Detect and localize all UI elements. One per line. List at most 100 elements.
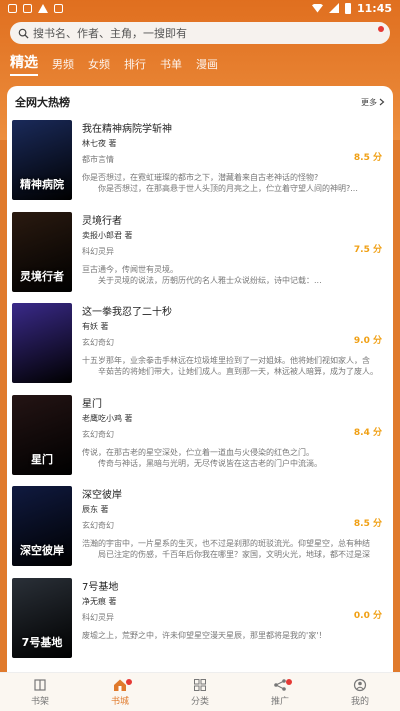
book-item[interactable]: 灵境行者 灵境行者 卖报小郎君 著 科幻灵异 亘古通今，传闻世有灵境。 关于灵境… [12,211,388,304]
book-item[interactable]: 7号基地 7号基地 净无痕 著 科幻灵异 废墟之上，荒野之中，许未仰望星空漫天星… [12,577,388,670]
book-category: 科幻灵异 [82,246,114,256]
book-author: 卖报小郎君 著 [82,230,133,240]
book-item[interactable]: 星门 星门 老鹰吃小鸡 著 玄幻奇幻 传说，在那古老的星空深处，伫立着一道血与火… [12,394,388,487]
book-score: 0.0 分 [353,610,382,621]
tab-ranking[interactable]: 排行 [124,56,146,72]
book-desc-line2: 辛茹苦的将她们带大，让她们成人。直到那一天，林远被人暗算，成为了废人。 [98,367,378,376]
book-title[interactable]: 星门 [82,395,382,410]
book-info: 我在精神病院学斩神 林七夜 著 都市言情 你是否想过，在霓虹璀璨的都市之下，潜藏… [82,120,382,194]
clock: 11:45 [356,1,392,15]
book-desc-line2: 局已注定的伤感，千百年后你我在哪里？家国，文明火光，地球，都不过是深空... [98,550,370,559]
book-author: 辰东 著 [82,505,109,514]
tab-featured[interactable]: 精选 [10,52,38,76]
book-desc-line1: 传说，在那古老的星空深处，伫立着一道血与火侵染的红色之门。 [82,447,314,457]
book-cover-title: 灵境行者 [20,269,64,283]
nav-category[interactable]: 分类 [160,673,240,711]
book-item[interactable]: 精神病院 我在精神病院学斩神 林七夜 著 都市言情 你是否想过，在霓虹璀璨的都市… [12,120,388,212]
book-score: 8.5 分 [353,519,382,529]
book-description: 传说，在那古老的星空深处，伫立着一道血与火侵染的红色之门。 传奇与神话，黑暗与光… [82,447,382,469]
nav-bookshelf[interactable]: 书架 [0,673,80,711]
book-desc-line2: 你是否想过，在那高悬于世人头顶的月亮之上，伫立着守望人间的神明?... [98,184,358,193]
book-description: 废墟之上，荒野之中，许未仰望星空漫天星辰，那里都将是我的'家'！ [82,630,382,652]
book-cover[interactable] [12,303,72,383]
user-icon [353,678,367,691]
nav-bookshelf-label: 书架 [30,696,49,707]
book-title[interactable]: 我在精神病院学斩神 [82,120,382,135]
book-title[interactable]: 7号基地 [82,578,382,593]
book-category: 都市言情 [82,155,114,164]
search-placeholder: 搜书名、作者、主角，一搜即有 [33,27,187,40]
book-item[interactable]: 深空彼岸 深空彼岸 辰东 著 玄幻奇幻 浩瀚的宇宙中，一片星系的生灭，也不过是刹… [12,486,388,578]
book-category: 玄幻奇幻 [82,429,114,439]
book-description: 亘古通今，传闻世有灵境。 关于灵境的说法，历朝历代的名人雅士众说纷纭，诗中记载：… [82,264,382,286]
book-desc-line1: 亘古通今，传闻世有灵境。 [82,264,178,274]
book-description: 你是否想过，在霓虹璀璨的都市之下，潜藏着来自古老神话的怪物? 你是否想过，在那高… [82,172,382,194]
book-desc-line2: 关于灵境的说法，历朝历代的名人雅士众说纷纭，诗中记载：... [98,275,322,285]
app-icon [23,3,32,13]
battery-icon [344,2,351,14]
bottom-nav: 书架 书城 分类 推广 我的 [0,672,400,711]
more-link[interactable]: 更多 [361,97,385,108]
book-cover[interactable]: 精神病院 [12,120,72,200]
bookshelf-icon [34,678,46,691]
book-info: 深空彼岸 辰东 著 玄幻奇幻 浩瀚的宇宙中，一片星系的生灭，也不过是刹那的斑驳流… [82,486,382,560]
nav-mine[interactable]: 我的 [320,673,400,711]
nav-bookstore-badge [126,679,132,685]
section-title: 全网大热榜 [15,96,70,109]
book-desc-line1: 废墟之上，荒野之中，许未仰望星空漫天星辰，那里都将是我的'家'！ [82,630,327,640]
tab-female[interactable]: 女频 [88,56,110,72]
nav-promote[interactable]: 推广 [240,673,320,711]
book-cover[interactable]: 深空彼岸 [12,486,72,566]
grid-icon [194,678,206,691]
book-category: 玄幻奇幻 [82,338,114,347]
sd-card-icon [54,3,63,13]
more-label: 更多 [361,97,377,107]
tab-comics[interactable]: 漫画 [196,56,218,72]
book-author: 有妖 著 [82,322,109,331]
book-title[interactable]: 灵境行者 [82,212,382,227]
book-score: 8.4 分 [353,427,382,438]
book-cover-title: 7号基地 [21,635,63,649]
book-score: 9.0 分 [353,336,382,346]
book-cover[interactable]: 星门 [12,394,72,475]
wifi-icon [311,3,323,13]
book-score: 7.5 分 [353,244,382,255]
warning-icon [38,3,48,13]
notification-icon [8,3,17,13]
book-cover-title: 精神病院 [20,178,64,191]
book-category: 玄幻奇幻 [82,521,114,530]
section-header: 全网大热榜 更多 [7,86,393,118]
nav-bookstore[interactable]: 书城 [80,673,160,711]
status-bar: 11:45 [0,0,400,16]
book-info: 7号基地 净无痕 著 科幻灵异 废墟之上，荒野之中，许未仰望星空漫天星辰，那里都… [82,578,382,652]
nav-mine-label: 我的 [350,696,369,707]
book-info: 这一拳我忍了二十秒 有妖 著 玄幻奇幻 十五岁那年，业余拳击手林远在垃圾堆里捡到… [82,303,382,377]
book-cover-title: 星门 [31,452,53,466]
book-score: 8.5 分 [353,153,382,163]
nav-promote-label: 推广 [270,696,289,707]
signal-icon [328,3,339,13]
tab-booklist[interactable]: 书单 [160,56,182,72]
book-author: 林七夜 著 [82,139,117,148]
book-title[interactable]: 深空彼岸 [82,486,382,501]
category-tabs: 精选 男频 女频 排行 书单 漫画 [0,52,400,76]
notification-dot [378,26,384,32]
search-icon [18,28,29,39]
book-cover[interactable]: 灵境行者 [12,211,72,292]
tab-male[interactable]: 男频 [52,56,74,72]
book-description: 浩瀚的宇宙中，一片星系的生灭，也不过是刹那的斑驳流光。仰望星空，总有种结 局已注… [82,538,382,560]
share-icon [274,678,286,691]
book-info: 星门 老鹰吃小鸡 著 玄幻奇幻 传说，在那古老的星空深处，伫立着一道血与火侵染的… [82,395,382,469]
book-cover[interactable]: 7号基地 [12,577,72,658]
book-desc-line1: 浩瀚的宇宙中，一片星系的生灭，也不过是刹那的斑驳流光。仰望星空，总有种结 [82,539,370,548]
book-desc-line1: 你是否想过，在霓虹璀璨的都市之下，潜藏着来自古老神话的怪物? [82,173,319,182]
book-description: 十五岁那年，业余拳击手林远在垃圾堆里捡到了一对姐妹。他将她们视如家人，含 辛茹苦… [82,355,382,377]
book-author: 净无痕 著 [82,596,117,606]
search-bar[interactable]: 搜书名、作者、主角，一搜即有 [10,22,390,44]
book-title[interactable]: 这一拳我忍了二十秒 [82,303,382,318]
nav-category-label: 分类 [190,696,209,707]
book-info: 灵境行者 卖报小郎君 著 科幻灵异 亘古通今，传闻世有灵境。 关于灵境的说法，历… [82,212,382,286]
book-author: 老鹰吃小鸡 著 [82,413,133,423]
chevron-right-icon [379,98,385,106]
book-item[interactable]: 这一拳我忍了二十秒 有妖 著 玄幻奇幻 十五岁那年，业余拳击手林远在垃圾堆里捡到… [12,303,388,395]
